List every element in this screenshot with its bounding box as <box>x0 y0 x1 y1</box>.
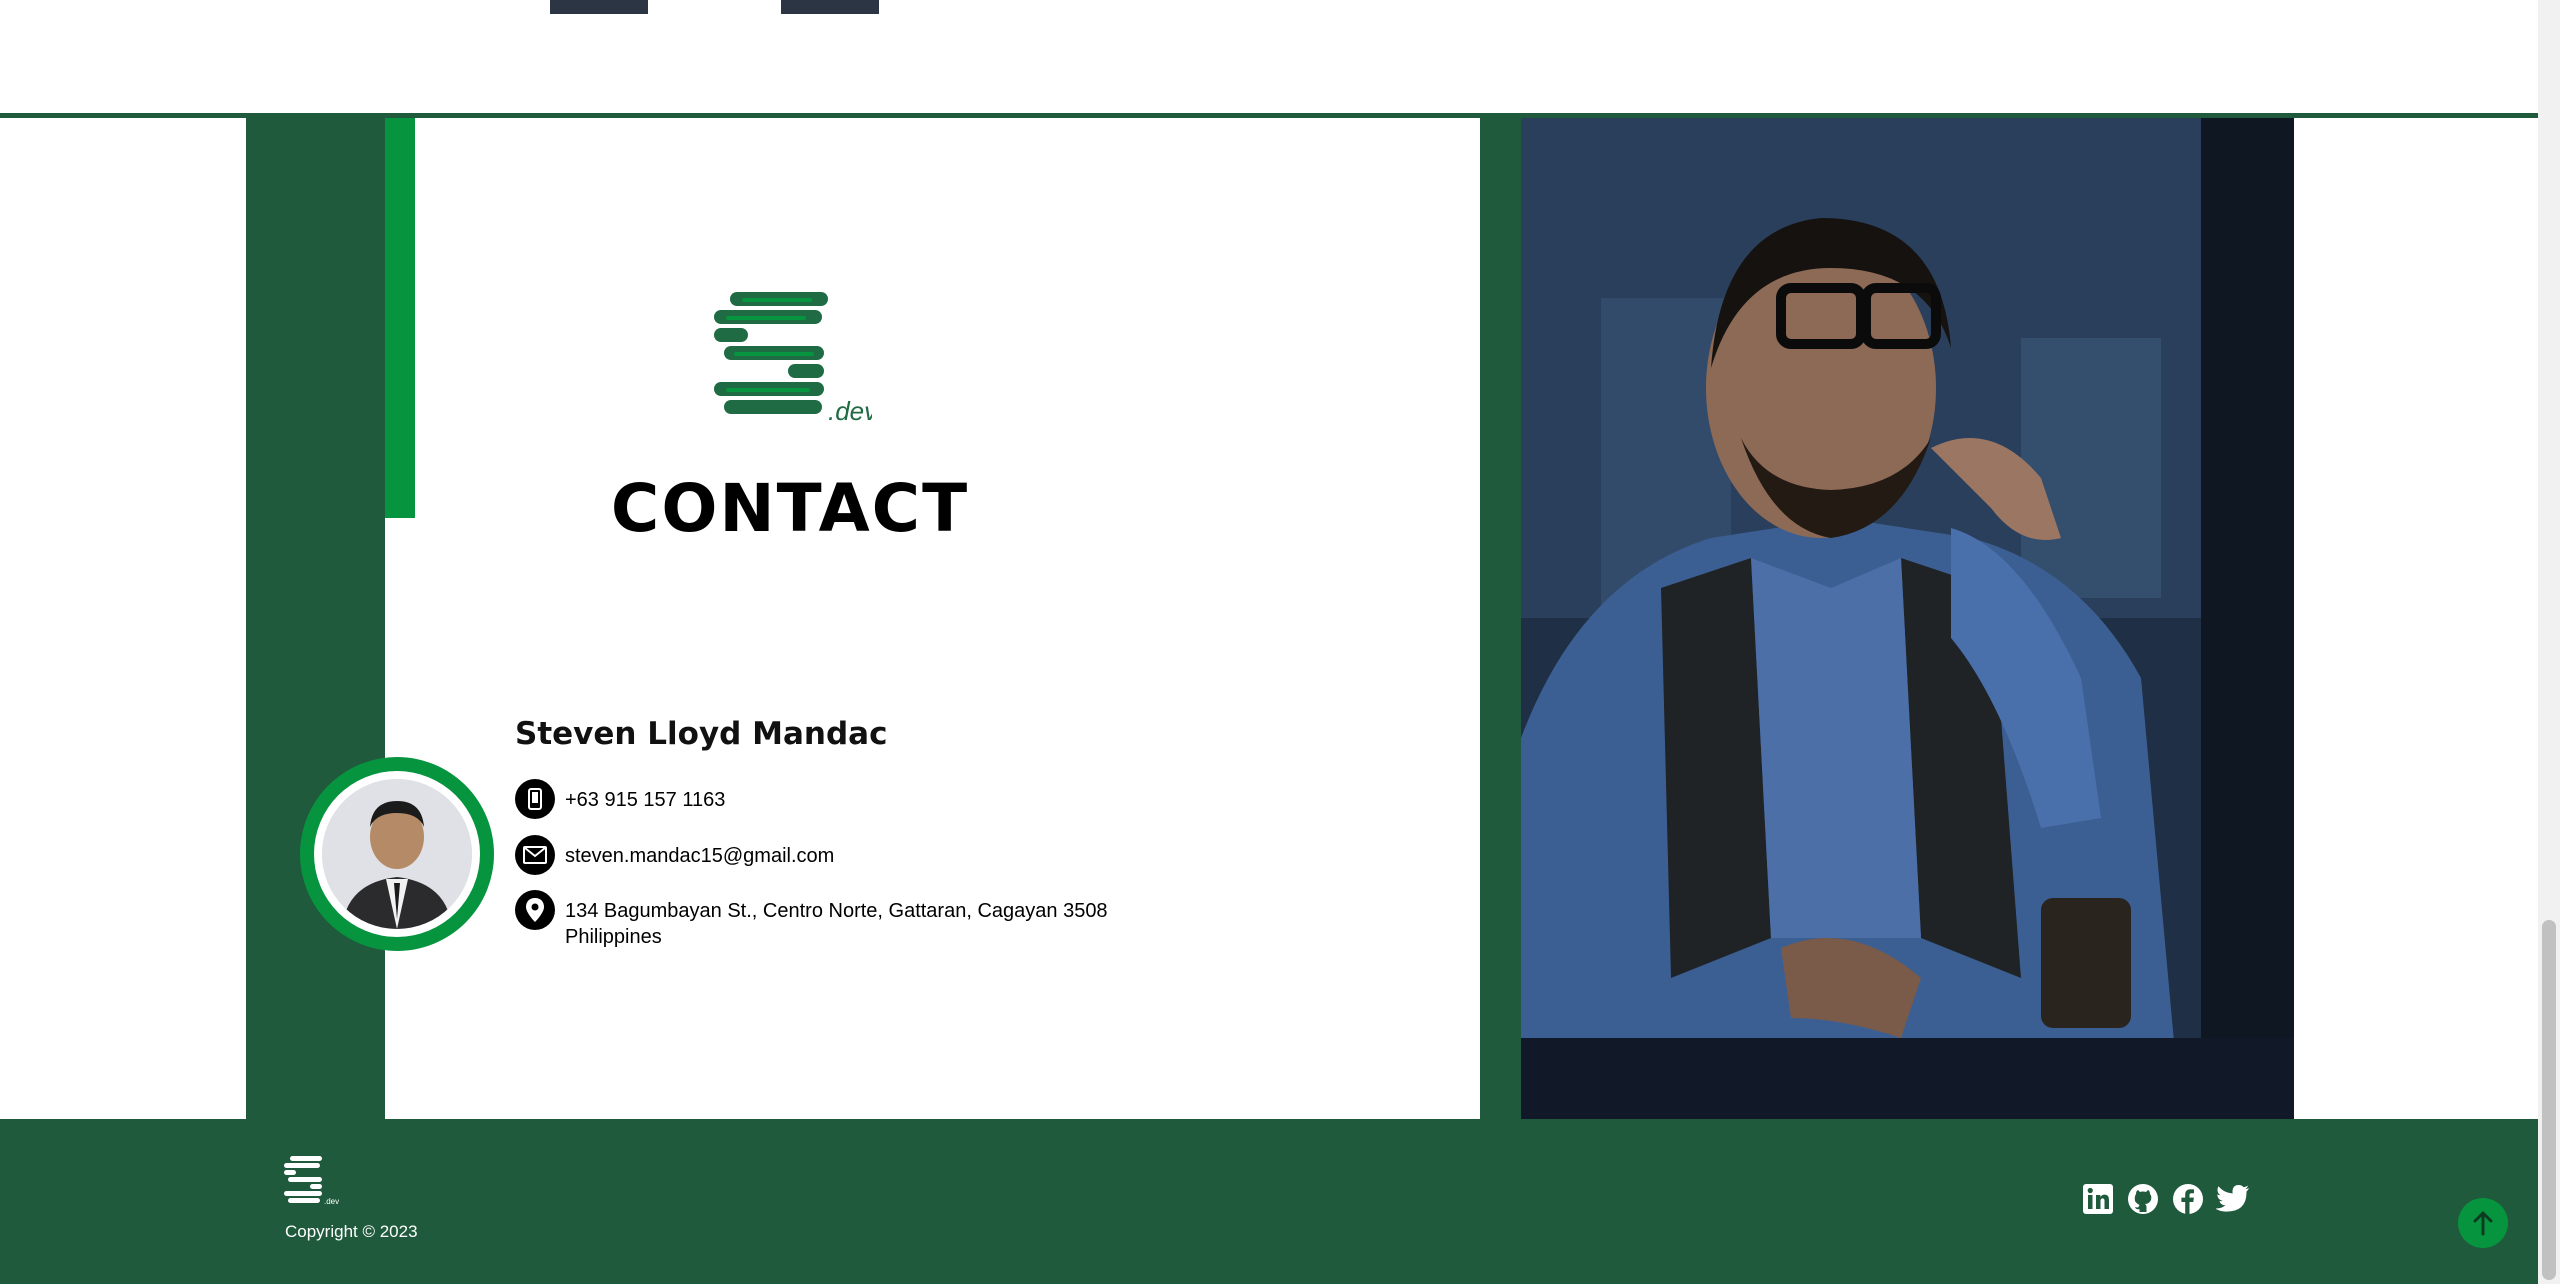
github-icon <box>2128 1184 2158 1214</box>
scrollbar-thumb[interactable] <box>2542 920 2556 1280</box>
map-pin-icon <box>515 890 555 930</box>
back-to-top-button[interactable] <box>2458 1198 2508 1248</box>
contact-name: Steven Lloyd Mandac <box>515 716 888 752</box>
email-address[interactable]: steven.mandac15@gmail.com <box>565 835 834 869</box>
facebook-icon <box>2173 1184 2203 1214</box>
svg-text:.dev: .dev <box>324 1197 339 1206</box>
previous-section-block <box>550 0 648 14</box>
profile-photo <box>322 779 472 929</box>
facebook-link[interactable] <box>2170 1181 2206 1217</box>
brand-logo: .dev <box>714 292 872 426</box>
phone-icon <box>515 779 555 819</box>
arrow-up-icon <box>2473 1211 2493 1236</box>
svg-text:.dev: .dev <box>828 396 872 426</box>
avatar <box>300 757 494 951</box>
left-green-strip <box>246 118 385 1119</box>
copyright-text: Copyright © 2023 <box>285 1222 418 1241</box>
footer-logo[interactable]: .dev <box>284 1156 340 1206</box>
page-scrollbar[interactable] <box>2538 0 2560 1284</box>
accent-bar <box>385 118 415 518</box>
photo-frame <box>1480 118 2294 1119</box>
linkedin-link[interactable] <box>2080 1181 2116 1217</box>
contact-title: CONTACT <box>610 470 970 547</box>
linkedin-icon <box>2083 1184 2113 1214</box>
phone-row: +63 915 157 1163 <box>515 779 725 819</box>
developer-photo <box>1521 118 2294 1119</box>
github-link[interactable] <box>2125 1181 2161 1217</box>
address: 134 Bagumbayan St., Centro Norte, Gattar… <box>565 900 1108 948</box>
mail-icon <box>515 835 555 875</box>
phone-number[interactable]: +63 915 157 1163 <box>565 779 725 813</box>
twitter-link[interactable] <box>2215 1181 2251 1217</box>
address-row: 134 Bagumbayan St., Centro Norte, Gattar… <box>515 890 1108 950</box>
previous-section-block <box>781 0 879 14</box>
email-row: steven.mandac15@gmail.com <box>515 835 834 875</box>
twitter-icon <box>2216 1185 2249 1212</box>
